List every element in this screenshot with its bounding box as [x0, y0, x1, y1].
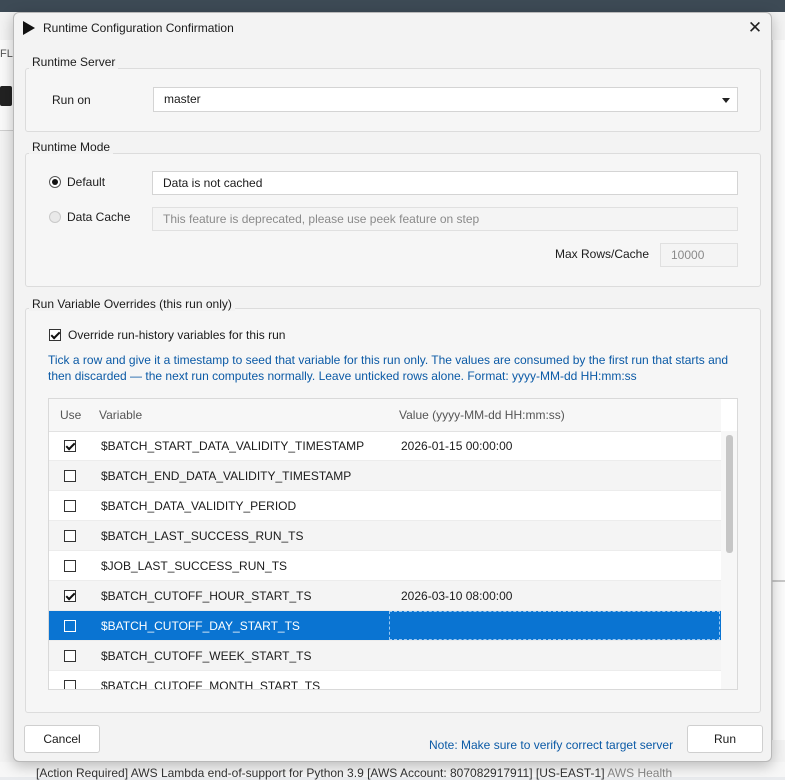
background-status-text: [Action Required] AWS Lambda end-of-supp… — [36, 766, 785, 780]
row-variable-name: $BATCH_CUTOFF_MONTH_START_TS — [101, 679, 321, 690]
row-variable-name: $BATCH_START_DATA_VALIDITY_TIMESTAMP — [101, 439, 365, 453]
default-radio-label: Default — [67, 175, 106, 189]
background-window-header — [0, 0, 785, 12]
table-row[interactable]: $BATCH_CUTOFF_WEEK_START_TS — [49, 641, 721, 671]
row-use-checkbox[interactable] — [64, 650, 76, 662]
status-source: AWS Health — [607, 766, 673, 780]
row-use-checkbox[interactable] — [64, 590, 76, 602]
row-value-editor[interactable] — [389, 611, 720, 640]
max-rows-label: Max Rows/Cache — [555, 247, 650, 261]
max-rows-input[interactable]: 10000 — [660, 243, 738, 267]
row-variable-name: $BATCH_END_DATA_VALIDITY_TIMESTAMP — [101, 469, 352, 483]
background-divider — [772, 580, 785, 582]
close-icon: ✕ — [747, 18, 763, 37]
table-row[interactable]: $BATCH_LAST_SUCCESS_RUN_TS — [49, 521, 721, 551]
background-right-panel — [772, 40, 785, 740]
variables-table: Use Variable Value (yyyy-MM-dd HH:mm:ss)… — [48, 398, 738, 690]
play-icon — [23, 21, 35, 35]
row-variable-name: $BATCH_LAST_SUCCESS_RUN_TS — [101, 529, 304, 543]
row-use-checkbox[interactable] — [64, 560, 76, 572]
overrides-hint-line-1: Tick a row and give it a timestamp to se… — [48, 353, 729, 367]
table-row[interactable]: $BATCH_CUTOFF_DAY_START_TS — [49, 611, 721, 641]
column-header-variable[interactable]: Variable — [99, 408, 142, 422]
row-value[interactable]: 2026-03-10 08:00:00 — [401, 589, 512, 603]
table-row[interactable]: $BATCH_CUTOFF_MONTH_START_TS — [49, 671, 721, 690]
dialog-title: Runtime Configuration Confirmation — [43, 21, 234, 35]
table-row[interactable]: $BATCH_CUTOFF_HOUR_START_TS 2026-03-10 08… — [49, 581, 721, 611]
row-variable-name: $BATCH_CUTOFF_DAY_START_TS — [101, 619, 300, 633]
dialog-titlebar: Runtime Configuration Confirmation ✕ — [14, 13, 771, 43]
scrollbar-thumb[interactable] — [726, 435, 733, 553]
override-history-checkbox[interactable] — [49, 329, 61, 341]
row-variable-name: $BATCH_CUTOFF_HOUR_START_TS — [101, 589, 312, 603]
row-use-checkbox[interactable] — [64, 680, 76, 689]
table-scrollbar[interactable] — [721, 431, 737, 689]
row-variable-name: $BATCH_CUTOFF_WEEK_START_TS — [101, 649, 312, 663]
runtime-server-group-label: Runtime Server — [29, 55, 119, 69]
run-button[interactable]: Run — [687, 725, 763, 753]
run-on-label: Run on — [52, 93, 91, 107]
overrides-hint-line-2: then discarded — the next run computes n… — [48, 369, 637, 383]
close-button[interactable]: ✕ — [740, 15, 770, 41]
default-mode-field: Data is not cached — [152, 171, 738, 195]
data-cache-field: This feature is deprecated, please use p… — [152, 207, 738, 231]
status-message: [Action Required] AWS Lambda end-of-supp… — [36, 766, 605, 780]
row-use-checkbox[interactable] — [64, 440, 76, 452]
row-variable-name: $BATCH_DATA_VALIDITY_PERIOD — [101, 499, 297, 513]
runtime-mode-group-label: Runtime Mode — [29, 140, 114, 154]
target-server-note: Note: Make sure to verify correct target… — [429, 738, 674, 752]
runtime-configuration-dialog: Runtime Configuration Confirmation ✕ Run… — [13, 12, 772, 762]
run-on-select[interactable]: master — [153, 87, 738, 112]
override-history-label: Override run-history variables for this … — [68, 328, 286, 342]
row-value[interactable]: 2026-01-15 00:00:00 — [401, 439, 512, 453]
row-use-checkbox[interactable] — [64, 470, 76, 482]
chevron-down-icon — [722, 98, 730, 103]
row-use-checkbox[interactable] — [64, 530, 76, 542]
background-left-text: FL — [0, 48, 13, 60]
background-save-icon — [0, 86, 12, 106]
table-row[interactable]: $BATCH_START_DATA_VALIDITY_TIMESTAMP 2026… — [49, 431, 721, 461]
cancel-button[interactable]: Cancel — [24, 725, 100, 753]
row-use-checkbox[interactable] — [64, 500, 76, 512]
data-cache-radio[interactable] — [49, 211, 61, 223]
table-row[interactable]: $BATCH_DATA_VALIDITY_PERIOD — [49, 491, 721, 521]
table-header: Use Variable Value (yyyy-MM-dd HH:mm:ss) — [49, 399, 721, 432]
table-row[interactable]: $BATCH_END_DATA_VALIDITY_TIMESTAMP — [49, 461, 721, 491]
overrides-hint: Tick a row and give it a timestamp to se… — [48, 352, 738, 384]
column-header-use[interactable]: Use — [60, 408, 81, 422]
run-on-selected-value: master — [164, 92, 201, 106]
overrides-group-label: Run Variable Overrides (this run only) — [29, 297, 235, 311]
row-use-checkbox[interactable] — [64, 620, 76, 632]
row-variable-name: $JOB_LAST_SUCCESS_RUN_TS — [101, 559, 288, 573]
table-row[interactable]: $JOB_LAST_SUCCESS_RUN_TS — [49, 551, 721, 581]
default-radio[interactable] — [49, 176, 61, 188]
data-cache-radio-label: Data Cache — [67, 210, 131, 224]
column-header-value[interactable]: Value (yyyy-MM-dd HH:mm:ss) — [399, 408, 565, 422]
